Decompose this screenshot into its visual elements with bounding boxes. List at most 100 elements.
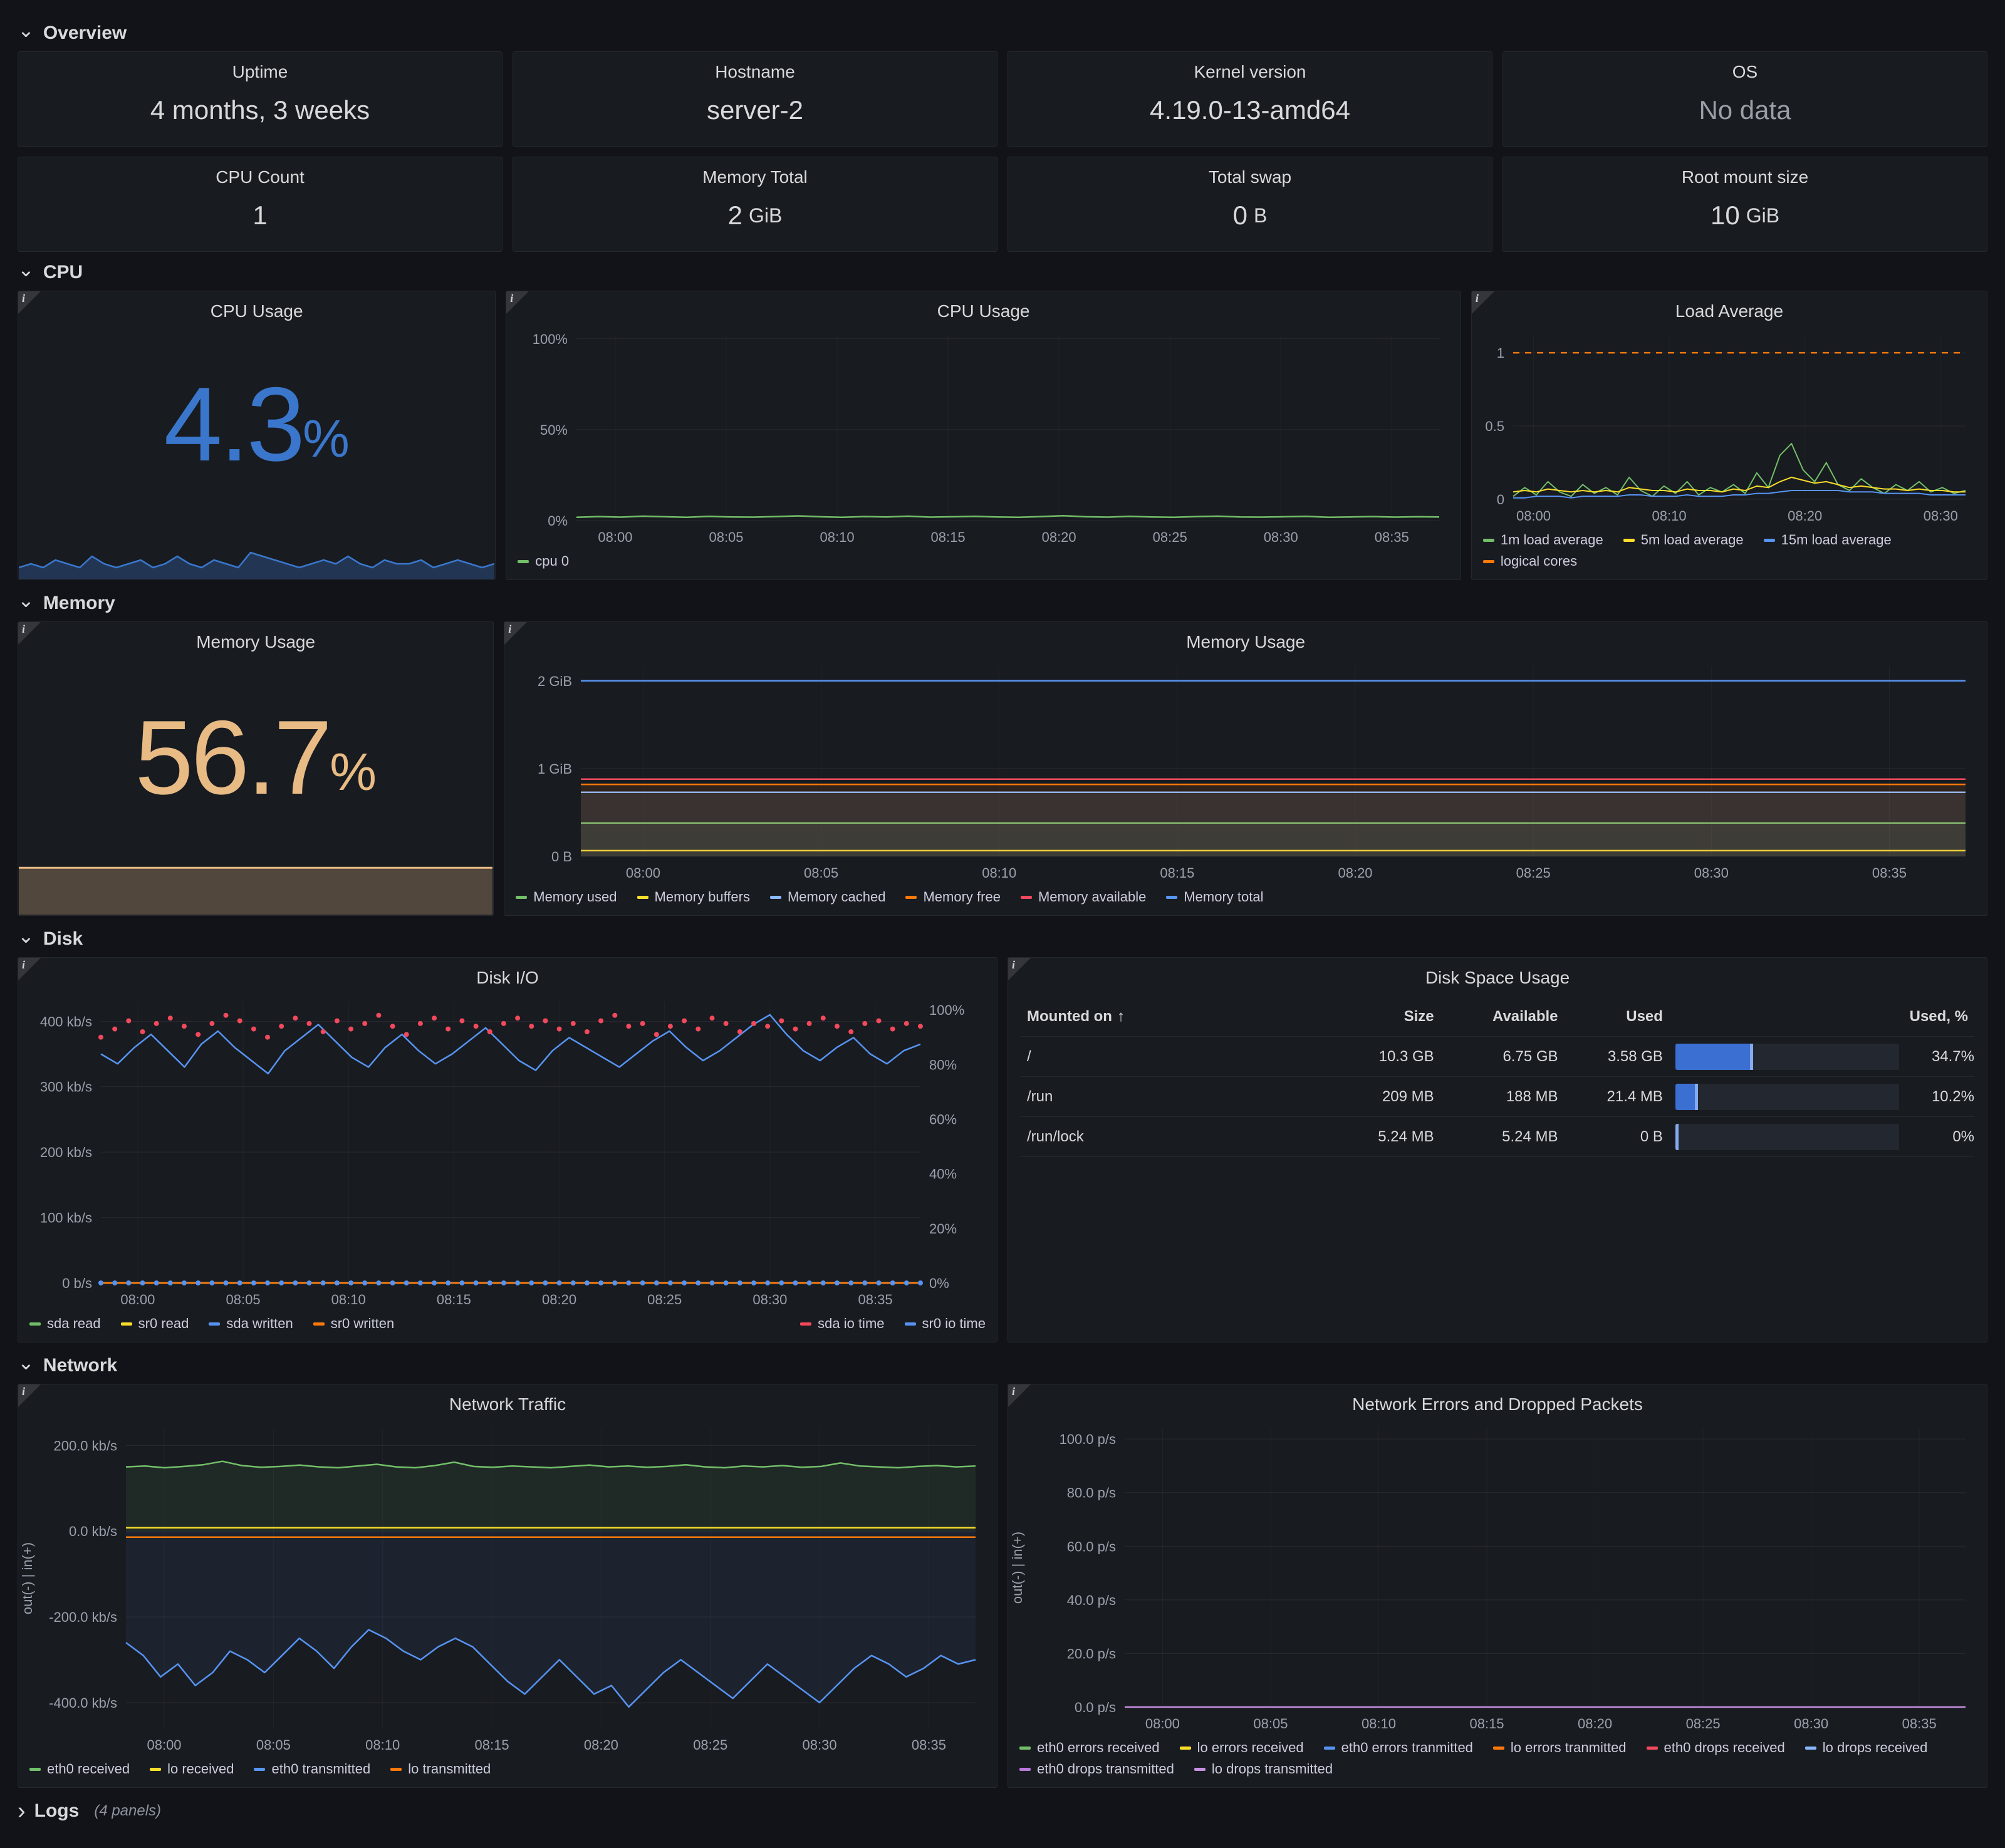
legend-item-eth0-errors-received[interactable]: eth0 errors received [1019, 1740, 1160, 1756]
legend-item-lo-received[interactable]: lo received [150, 1761, 234, 1777]
svg-text:08:35: 08:35 [1902, 1716, 1937, 1731]
memory-usage-chart-panel: i Memory Usage 0 B1 GiB2 GiB08:0008:0508… [504, 621, 1987, 916]
section-header-logs[interactable]: › Logs (4 panels) [18, 1793, 1987, 1829]
legend-item-Memory-used[interactable]: Memory used [516, 889, 617, 905]
usage-bar-track [1675, 1084, 1899, 1110]
panel-title-disk-space-usage[interactable]: Disk Space Usage [1008, 958, 1987, 992]
panel-title-network-traffic[interactable]: Network Traffic [18, 1384, 997, 1418]
cell-mount: /run/lock [1021, 1128, 1335, 1146]
svg-text:08:10: 08:10 [1652, 508, 1686, 524]
legend-item-sda-io-time[interactable]: sda io time [800, 1316, 884, 1332]
panel-title-cpu-usage-stat[interactable]: CPU Usage [18, 291, 495, 325]
stat-title-total-swap[interactable]: Total swap [1008, 157, 1492, 191]
legend-item-lo-errors-tranmitted[interactable]: lo errors tranmitted [1493, 1740, 1627, 1756]
svg-text:100.0 p/s: 100.0 p/s [1059, 1431, 1116, 1447]
memory-usage-chart[interactable]: 0 B1 GiB2 GiB08:0008:0508:1008:1508:2008… [504, 656, 1987, 886]
panel-title-memory-usage-chart[interactable]: Memory Usage [504, 622, 1987, 656]
panel-info-icon[interactable]: i [18, 622, 41, 645]
series-color-swatch [1483, 539, 1494, 542]
legend-item-lo-drops-transmitted[interactable]: lo drops transmitted [1194, 1761, 1333, 1777]
panel-info-icon[interactable]: i [18, 958, 41, 980]
panel-title-cpu-usage-chart[interactable]: CPU Usage [506, 291, 1461, 325]
column-header-used[interactable]: Used [1565, 1008, 1669, 1025]
disk-table-row-run-lock: /run/lock 5.24 MB 5.24 MB 0 B 0% [1021, 1117, 1974, 1157]
cell-used-pct: 10.2% [1669, 1084, 1974, 1110]
section-header-disk[interactable]: ⌄ Disk [18, 921, 1987, 957]
stat-title-memory-total[interactable]: Memory Total [513, 157, 997, 191]
load-average-chart[interactable]: 00.5108:0008:1008:2008:30 [1472, 325, 1987, 529]
network-errors-chart[interactable]: 0.0 p/s20.0 p/s40.0 p/s60.0 p/s80.0 p/s1… [1008, 1418, 1987, 1737]
svg-text:08:10: 08:10 [982, 865, 1016, 881]
series-color-swatch [800, 1322, 811, 1326]
legend-item-5m-load-average[interactable]: 5m load average [1623, 532, 1744, 548]
stat-title-os[interactable]: OS [1503, 52, 1987, 86]
stat-panel-kernel-version: Kernel version 4.19.0-13-amd64 [1008, 51, 1492, 147]
svg-text:0%: 0% [548, 513, 568, 529]
legend-item-sr0-read[interactable]: sr0 read [121, 1316, 189, 1332]
legend-item-eth0-received[interactable]: eth0 received [29, 1761, 130, 1777]
disk-io-chart[interactable]: 0 b/s100 kb/s200 kb/s300 kb/s400 kb/s0%2… [18, 992, 997, 1313]
panel-info-icon[interactable]: i [1472, 291, 1494, 314]
legend-item-lo-errors-received[interactable]: lo errors received [1180, 1740, 1304, 1756]
chevron-down-icon: ⌄ [18, 264, 34, 276]
panel-title-load-average[interactable]: Load Average [1472, 291, 1987, 325]
panel-info-icon[interactable]: i [504, 622, 527, 645]
section-header-memory[interactable]: ⌄ Memory [18, 585, 1987, 621]
legend-item-Memory-total[interactable]: Memory total [1166, 889, 1263, 905]
svg-text:08:05: 08:05 [709, 529, 744, 545]
stat-title-hostname[interactable]: Hostname [513, 52, 997, 86]
svg-text:08:15: 08:15 [1469, 1716, 1504, 1731]
legend-item-sr0-written[interactable]: sr0 written [313, 1316, 394, 1332]
column-header-mounted-on[interactable]: Mounted on↑ [1021, 1008, 1335, 1025]
svg-text:0.0 kb/s: 0.0 kb/s [69, 1524, 117, 1539]
column-header-size[interactable]: Size [1335, 1008, 1440, 1025]
stat-panel-os: OS No data [1502, 51, 1987, 147]
cell-available: 188 MB [1440, 1088, 1565, 1106]
legend-item-eth0-drops-received[interactable]: eth0 drops received [1647, 1740, 1785, 1756]
legend-item-lo-transmitted[interactable]: lo transmitted [390, 1761, 491, 1777]
legend-item-eth0-drops-transmitted[interactable]: eth0 drops transmitted [1019, 1761, 1174, 1777]
column-header-used-pct[interactable]: Used, % [1669, 1008, 1974, 1025]
stat-value-kernel-version: 4.19.0-13-amd64 [1150, 95, 1350, 125]
legend-item-logical-cores[interactable]: logical cores [1483, 553, 1577, 569]
legend-item-eth0-transmitted[interactable]: eth0 transmitted [254, 1761, 370, 1777]
legend-item-sda-written[interactable]: sda written [209, 1316, 293, 1332]
svg-text:-200.0 kb/s: -200.0 kb/s [49, 1609, 117, 1625]
panel-info-icon[interactable]: i [1008, 958, 1031, 980]
legend-item-Memory-cached[interactable]: Memory cached [770, 889, 886, 905]
legend-item-Memory-buffers[interactable]: Memory buffers [637, 889, 750, 905]
legend-item-lo-drops-received[interactable]: lo drops received [1805, 1740, 1928, 1756]
cpu-usage-chart[interactable]: 0%50%100%08:0008:0508:1008:1508:2008:250… [506, 325, 1461, 551]
legend-item-sr0-io-time[interactable]: sr0 io time [905, 1316, 986, 1332]
legend-item-1m-load-average[interactable]: 1m load average [1483, 532, 1603, 548]
svg-text:08:20: 08:20 [542, 1292, 576, 1307]
cpu-usage-legend: cpu 0 [506, 551, 1461, 579]
network-traffic-chart[interactable]: 200.0 kb/s0.0 kb/s-200.0 kb/s-400.0 kb/s… [18, 1418, 997, 1758]
column-header-available[interactable]: Available [1440, 1008, 1565, 1025]
panel-info-icon[interactable]: i [18, 1384, 41, 1407]
stat-title-kernel-version[interactable]: Kernel version [1008, 52, 1492, 86]
stat-title-cpu-count[interactable]: CPU Count [18, 157, 502, 191]
stat-title-uptime[interactable]: Uptime [18, 52, 502, 86]
cell-size: 5.24 MB [1335, 1128, 1440, 1146]
panel-info-icon[interactable]: i [1008, 1384, 1031, 1407]
legend-item-sda-read[interactable]: sda read [29, 1316, 101, 1332]
legend-item-Memory-free[interactable]: Memory free [905, 889, 1000, 905]
panel-info-icon[interactable]: i [506, 291, 529, 314]
legend-item-eth0-errors-tranmitted[interactable]: eth0 errors tranmitted [1324, 1740, 1473, 1756]
section-header-cpu[interactable]: ⌄ CPU [18, 254, 1987, 291]
panel-title-network-errors[interactable]: Network Errors and Dropped Packets [1008, 1384, 1987, 1418]
legend-item-15m-load-average[interactable]: 15m load average [1764, 532, 1892, 548]
panel-title-disk-io[interactable]: Disk I/O [18, 958, 997, 992]
legend-item-cpu-0[interactable]: cpu 0 [518, 553, 569, 569]
svg-text:08:00: 08:00 [1145, 1716, 1180, 1731]
section-header-network[interactable]: ⌄ Network [18, 1347, 1987, 1384]
series-color-swatch [1493, 1747, 1504, 1750]
stat-title-root-mount-size[interactable]: Root mount size [1503, 157, 1987, 191]
series-color-swatch [516, 896, 527, 899]
legend-item-Memory-available[interactable]: Memory available [1021, 889, 1146, 905]
cell-available: 5.24 MB [1440, 1128, 1565, 1146]
panel-title-memory-usage-stat[interactable]: Memory Usage [18, 622, 493, 656]
section-header-overview[interactable]: ⌄ Overview [18, 15, 1987, 51]
panel-info-icon[interactable]: i [18, 291, 41, 314]
